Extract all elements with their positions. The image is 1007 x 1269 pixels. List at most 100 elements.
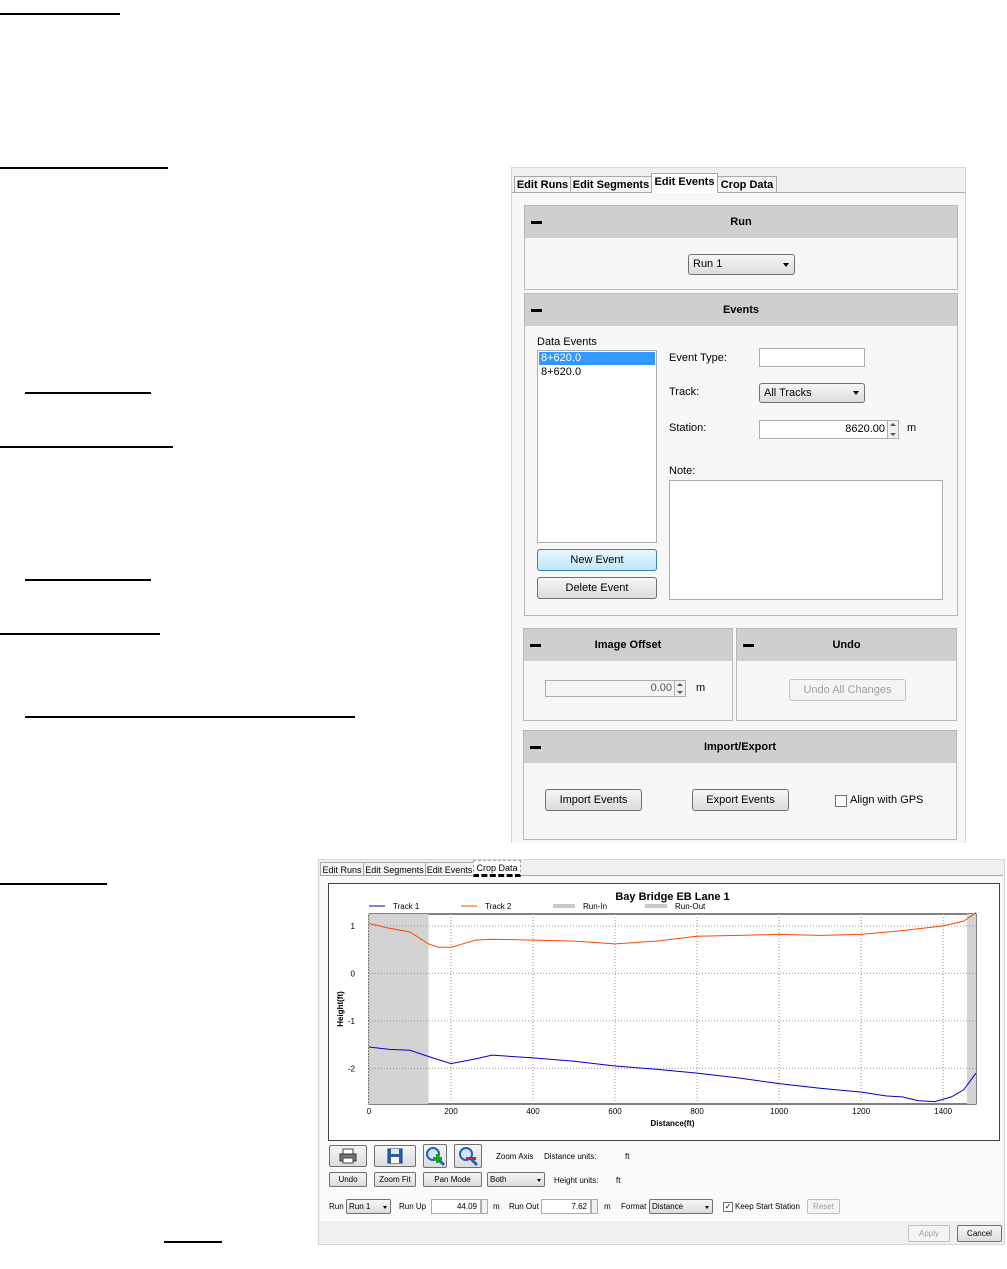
run-up-field[interactable]: 44.09 — [431, 1199, 481, 1214]
events-group-header[interactable]: Events — [525, 294, 957, 326]
tab-crop-data[interactable]: Crop Data — [473, 860, 521, 877]
tab-edit-events[interactable]: Edit Events — [425, 862, 474, 876]
undo-group: Undo Undo All Changes — [736, 628, 957, 721]
x-tick-label: 200 — [444, 1107, 458, 1116]
heading-underline — [25, 392, 151, 394]
pan-mode-button[interactable]: Pan Mode — [423, 1172, 482, 1187]
image-offset-title: Image Offset — [594, 639, 662, 651]
run-out-value: 7.62 — [571, 1202, 587, 1211]
spinner-arrows-icon[interactable] — [591, 1199, 598, 1214]
format-select[interactable]: Distance — [649, 1199, 713, 1214]
distance-units-value: ft — [625, 1152, 630, 1161]
y-axis-label: Height(ft) — [336, 991, 345, 1027]
tab-edit-runs[interactable]: Edit Runs — [514, 176, 571, 192]
list-item[interactable]: 8+620.0 — [539, 352, 655, 365]
reset-button[interactable]: Reset — [807, 1199, 840, 1214]
x-axis-label: Distance(ft) — [650, 1119, 694, 1128]
edit-events-panel: Edit Runs Edit Segments Edit Events Crop… — [511, 167, 966, 843]
legend-label: Run-In — [583, 902, 607, 911]
station-field[interactable]: 8620.00 — [759, 420, 899, 439]
run-select[interactable]: Run 1 — [688, 254, 795, 275]
spinner-arrows-icon[interactable] — [674, 680, 686, 697]
align-gps-checkbox[interactable] — [835, 795, 847, 807]
tab-edit-events[interactable]: Edit Events — [651, 173, 718, 193]
run-group: Run Run 1 — [524, 205, 958, 290]
note-label: Note: — [669, 465, 696, 477]
undo-group-header[interactable]: Undo — [737, 629, 956, 661]
run-select[interactable]: Run 1 — [346, 1199, 391, 1214]
collapse-icon[interactable] — [530, 644, 541, 647]
format-select-value: Distance — [652, 1202, 684, 1211]
run-up-unit: m — [493, 1202, 500, 1211]
heading-underline — [25, 579, 151, 581]
zoom-axis-select[interactable]: Both — [487, 1172, 545, 1187]
tab-crop-data[interactable]: Crop Data — [717, 176, 777, 192]
events-group-title: Events — [722, 304, 760, 316]
zoom-fit-button[interactable]: Zoom Fit — [374, 1172, 416, 1187]
print-button[interactable] — [329, 1145, 367, 1167]
import-events-button[interactable]: Import Events — [545, 789, 642, 811]
station-unit: m — [907, 422, 917, 434]
chevron-down-icon — [705, 1205, 709, 1209]
note-textarea[interactable] — [669, 480, 943, 600]
height-profile-chart[interactable]: Bay Bridge EB Lane 1 0 200 400 600 800 1000 120… — [329, 884, 999, 1140]
collapse-icon[interactable] — [530, 746, 541, 749]
image-offset-value: 0.00 — [650, 682, 672, 694]
event-type-field[interactable] — [759, 348, 865, 367]
undo-all-changes-button[interactable]: Undo All Changes — [789, 679, 906, 701]
x-tick-label: 0 — [367, 1107, 372, 1116]
legend-swatch — [553, 904, 575, 908]
apply-button[interactable]: Apply — [908, 1225, 950, 1242]
plot-area — [368, 913, 977, 1105]
zoom-out-icon — [459, 1147, 479, 1167]
run-out-field[interactable]: 7.62 — [541, 1199, 591, 1214]
heading-underline — [0, 883, 107, 885]
tab-edit-segments[interactable]: Edit Segments — [570, 176, 652, 192]
image-offset-group-header[interactable]: Image Offset — [524, 629, 732, 661]
height-units-label: Height units: — [554, 1176, 599, 1185]
collapse-icon[interactable] — [531, 309, 542, 312]
y-tick-label: -2 — [348, 1064, 356, 1073]
crop-data-panel: Edit Runs Edit Segments Edit Events Crop… — [318, 859, 1005, 1245]
zoom-out-button[interactable] — [454, 1144, 482, 1168]
chevron-down-icon — [383, 1205, 387, 1209]
station-value: 8620.00 — [845, 423, 885, 435]
track-select-value: All Tracks — [764, 387, 812, 399]
tab-edit-runs[interactable]: Edit Runs — [320, 862, 364, 876]
image-offset-group: Image Offset 0.00 m — [523, 628, 733, 721]
keep-start-station-checkbox[interactable]: ✓ — [723, 1202, 733, 1212]
tab-edit-segments[interactable]: Edit Segments — [363, 862, 426, 876]
export-events-button[interactable]: Export Events — [692, 789, 789, 811]
image-offset-field[interactable]: 0.00 — [545, 680, 686, 697]
delete-event-button[interactable]: Delete Event — [537, 577, 657, 599]
collapse-icon[interactable] — [531, 221, 542, 224]
spinner-arrows-icon[interactable] — [481, 1199, 488, 1214]
list-item[interactable]: 8+620.0 — [538, 366, 656, 378]
x-tick-label: 800 — [690, 1107, 704, 1116]
run-in-band — [369, 914, 429, 1104]
heading-underline — [0, 13, 120, 15]
format-label: Format — [621, 1202, 647, 1211]
run-group-header[interactable]: Run — [525, 206, 957, 238]
import-export-group-header[interactable]: Import/Export — [524, 731, 956, 763]
undo-button[interactable]: Undo — [329, 1172, 367, 1187]
printer-icon — [339, 1148, 357, 1164]
cancel-button[interactable]: Cancel — [957, 1225, 1002, 1242]
chevron-down-icon — [783, 262, 789, 267]
zoom-in-button[interactable] — [423, 1144, 447, 1168]
save-button[interactable] — [374, 1145, 416, 1167]
floppy-disk-icon — [387, 1148, 403, 1164]
track-select[interactable]: All Tracks — [759, 383, 865, 403]
zoom-axis-label: Zoom Axis — [496, 1152, 534, 1161]
data-events-list[interactable]: 8+620.0 8+620.0 — [537, 350, 657, 543]
run-select-value: Run 1 — [693, 258, 723, 270]
heading-underline — [0, 446, 173, 448]
spinner-arrows-icon[interactable] — [887, 420, 899, 439]
zoom-axis-value: Both — [490, 1175, 507, 1184]
event-type-label: Event Type: — [669, 352, 727, 364]
collapse-icon[interactable] — [743, 644, 754, 647]
new-event-button[interactable]: New Event — [537, 549, 657, 571]
data-events-label: Data Events — [537, 336, 597, 348]
zoom-in-icon — [426, 1147, 446, 1167]
track-label: Track: — [669, 386, 700, 398]
